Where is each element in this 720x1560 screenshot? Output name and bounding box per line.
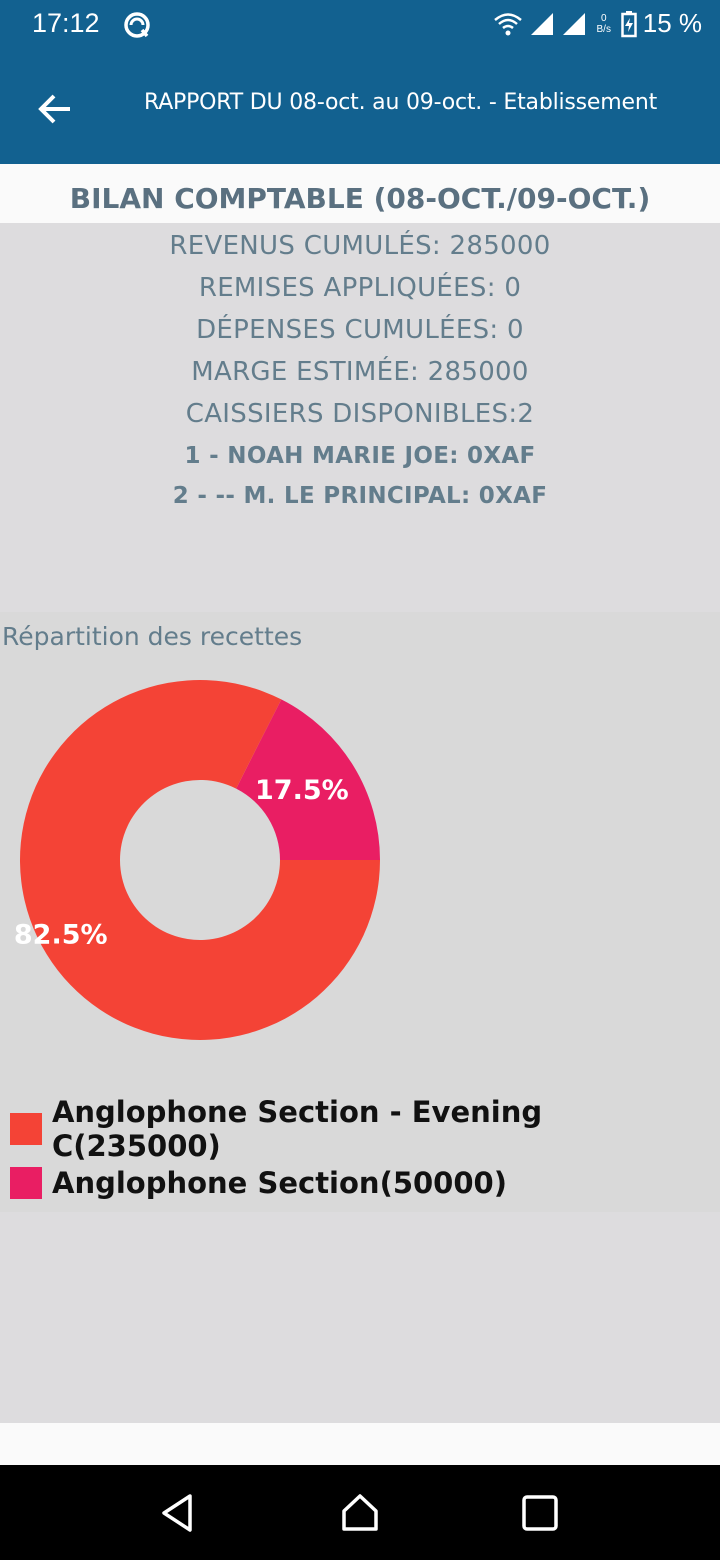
- legend-item: Anglophone Section(50000): [10, 1156, 720, 1210]
- app-bar: RAPPORT DU 08-oct. au 09-oct. - Etabliss…: [0, 52, 720, 164]
- home-icon[interactable]: [338, 1491, 382, 1535]
- summary-line-remises: REMISES APPLIQUÉES: 0: [198, 273, 522, 303]
- legend-label: Anglophone Section - Evening C(235000): [51, 1095, 543, 1163]
- recents-icon[interactable]: [518, 1491, 562, 1535]
- legend-label: Anglophone Section(50000): [52, 1166, 507, 1200]
- summary-line-depenses: DÉPENSES CUMULÉES: 0: [196, 315, 524, 345]
- net-speed: 0 B/s: [593, 13, 615, 35]
- back-triangle-icon[interactable]: [156, 1491, 200, 1535]
- slice-percent-label: 82.5%: [14, 919, 108, 950]
- net-speed-value: 0: [600, 12, 607, 24]
- legend-swatch: [10, 1113, 42, 1145]
- bottom-spacer: [0, 1423, 720, 1465]
- page-title: RAPPORT DU 08-oct. au 09-oct. - Etabliss…: [144, 90, 658, 115]
- status-time: 17:12: [32, 8, 100, 38]
- cashier-line-2: 2 - -- M. LE PRINCIPAL: 0XAF: [172, 483, 548, 509]
- wifi-icon: [493, 12, 522, 35]
- battery-percent: 15 %: [642, 8, 702, 38]
- signal-icon: [530, 12, 553, 35]
- report-content: REVENUS CUMULÉS: 285000 REMISES APPLIQUÉ…: [0, 223, 720, 1423]
- sync-icon: [124, 12, 150, 38]
- arrow-back-icon[interactable]: [34, 88, 76, 130]
- slice-percent-label: 17.5%: [255, 775, 349, 806]
- summary-line-caissiers: CAISSIERS DISPONIBLES:2: [185, 399, 535, 429]
- summary-heading: BILAN COMPTABLE (08-OCT./09-OCT.): [69, 182, 651, 215]
- summary-header: BILAN COMPTABLE (08-OCT./09-OCT.): [0, 164, 720, 223]
- legend-swatch: [10, 1167, 42, 1199]
- legend-item: Anglophone Section - Evening C(235000): [10, 1095, 720, 1163]
- donut-chart[interactable]: 17.5% 82.5%: [0, 660, 400, 1060]
- chart-title: Répartition des recettes: [2, 622, 303, 651]
- signal-icon: [562, 12, 585, 35]
- status-indicators: 0 B/s 15 %: [493, 8, 702, 39]
- battery-charging-icon: [620, 10, 637, 37]
- chart-panel: Répartition des recettes 17.5% 82.5% Angl…: [0, 612, 720, 1212]
- navigation-bar: [0, 1465, 720, 1560]
- summary-line-marge: MARGE ESTIMÉE: 285000: [191, 357, 529, 387]
- status-bar: 17:12 0 B/s 15 %: [0, 0, 720, 52]
- summary-line-revenus: REVENUS CUMULÉS: 285000: [169, 231, 551, 261]
- chart-legend: Anglophone Section - Evening C(235000) An…: [10, 1095, 720, 1210]
- net-speed-unit: B/s: [596, 23, 611, 35]
- cashier-line-1: 1 - NOAH MARIE JOE: 0XAF: [184, 443, 536, 469]
